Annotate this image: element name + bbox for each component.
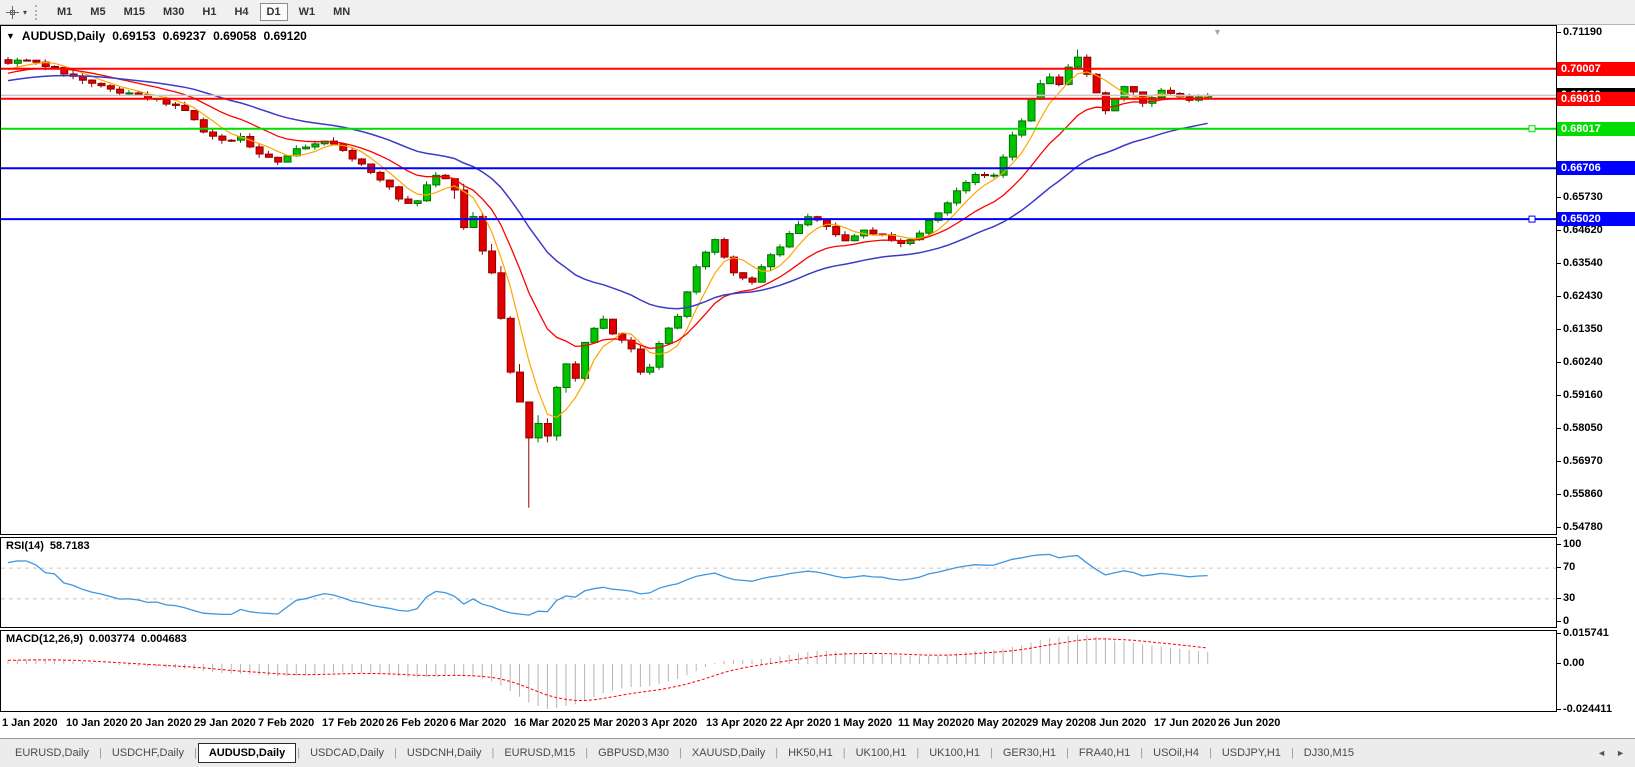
tab-scroll-left-icon[interactable]: ◄ bbox=[1597, 748, 1606, 758]
price-tick-label: 0.63540 bbox=[1556, 256, 1603, 269]
price-tick-label: 0.54780 bbox=[1556, 520, 1603, 533]
macd-axis-label: -0.024411 bbox=[1556, 703, 1612, 715]
open-value: 0.69153 bbox=[112, 29, 156, 43]
tab-dj30-m15[interactable]: DJ30,M15 bbox=[1295, 743, 1363, 763]
date-label: 3 Apr 2020 bbox=[642, 717, 698, 729]
date-label: 13 Apr 2020 bbox=[706, 717, 768, 729]
main-chart-pane[interactable] bbox=[0, 25, 1557, 535]
macd-value-main: 0.003774 bbox=[89, 633, 135, 645]
dropdown-arrow-icon[interactable]: ▾ bbox=[23, 8, 27, 17]
date-label: 26 Feb 2020 bbox=[386, 717, 449, 729]
tab-usoil-h4[interactable]: USOil,H4 bbox=[1144, 743, 1208, 763]
tab-uk100-h1[interactable]: UK100,H1 bbox=[920, 743, 989, 763]
tab-usdjpy-h1[interactable]: USDJPY,H1 bbox=[1213, 743, 1290, 763]
date-label: 25 Mar 2020 bbox=[578, 717, 641, 729]
close-value: 0.69120 bbox=[263, 29, 307, 43]
tab-usdcad-daily[interactable]: USDCAD,Daily bbox=[301, 743, 393, 763]
chart-shift-marker-icon[interactable]: ▼ bbox=[1213, 27, 1222, 37]
tab-gbpusd-m30[interactable]: GBPUSD,M30 bbox=[589, 743, 678, 763]
pane-separator[interactable] bbox=[0, 627, 1557, 630]
price-tick-label: 0.65730 bbox=[1556, 190, 1603, 203]
timeframe-button-w1[interactable]: W1 bbox=[292, 3, 323, 21]
date-label: 22 Apr 2020 bbox=[770, 717, 832, 729]
tab-usdchf-daily[interactable]: USDCHF,Daily bbox=[103, 743, 193, 763]
timeframe-button-m30[interactable]: M30 bbox=[156, 3, 191, 21]
date-label: 20 Jan 2020 bbox=[130, 717, 192, 729]
date-label: 20 May 2020 bbox=[962, 717, 1027, 729]
rsi-value: 58.7183 bbox=[49, 540, 90, 552]
date-label: 16 Mar 2020 bbox=[514, 717, 577, 729]
chart-tabs: EURUSD,Daily | USDCHF,Daily | AUDUSD,Daily | U… bbox=[6, 743, 1363, 763]
date-label: 1 May 2020 bbox=[834, 717, 893, 729]
price-tick-label: 0.62430 bbox=[1556, 290, 1603, 303]
macd-axis-label: 0.00 bbox=[1555, 657, 1585, 669]
rsi-axis-label: 100 bbox=[1555, 538, 1582, 550]
tab-xauusd-daily[interactable]: XAUUSD,Daily bbox=[683, 743, 774, 763]
price-tick-label: 0.71190 bbox=[1555, 26, 1603, 38]
macd-pane[interactable] bbox=[0, 630, 1557, 712]
low-value: 0.69058 bbox=[213, 29, 257, 43]
rsi-axis-label: 70 bbox=[1555, 561, 1576, 574]
date-label: 11 May 2020 bbox=[898, 717, 962, 729]
price-tick-label: 0.55860 bbox=[1556, 488, 1603, 501]
timeframe-button-m1[interactable]: M1 bbox=[50, 3, 79, 21]
toolbar-grip[interactable] bbox=[35, 4, 39, 20]
timeframe-button-d1[interactable]: D1 bbox=[259, 3, 288, 21]
price-tick-label: 0.61350 bbox=[1556, 322, 1603, 335]
pane-separator[interactable] bbox=[0, 534, 1557, 537]
macd-indicator-label: MACD(12,26,9) 0.003774 0.004683 bbox=[6, 633, 187, 645]
date-label: 1 Jan 2020 bbox=[2, 717, 58, 729]
rsi-indicator-label: RSI(14) 58.7183 bbox=[6, 540, 90, 552]
date-label: 8 Jun 2020 bbox=[1090, 717, 1147, 729]
price-tick-label: 0.64620 bbox=[1556, 224, 1603, 237]
price-level-badge: 0.69010 bbox=[1557, 91, 1635, 106]
date-label: 10 Jan 2020 bbox=[66, 717, 128, 729]
crosshair-icon bbox=[6, 5, 19, 19]
price-tick-label: 0.58050 bbox=[1556, 422, 1603, 435]
window-menu-icon[interactable]: ▼ bbox=[6, 31, 15, 41]
tab-uk100-h1[interactable]: UK100,H1 bbox=[847, 743, 916, 763]
chart-title: ▼ AUDUSD,Daily 0.69153 0.69237 0.69058 0… bbox=[6, 29, 307, 43]
timeframe-button-m5[interactable]: M5 bbox=[83, 3, 112, 21]
tab-fra40-h1[interactable]: FRA40,H1 bbox=[1070, 743, 1139, 763]
price-level-badge: 0.68017 bbox=[1557, 121, 1635, 136]
date-label: 17 Jun 2020 bbox=[1154, 717, 1217, 729]
date-label: 29 May 2020 bbox=[1026, 717, 1091, 729]
tab-usdcnh-daily[interactable]: USDCNH,Daily bbox=[398, 743, 491, 763]
price-level-badge: 0.65020 bbox=[1557, 212, 1635, 227]
crosshair-tool-button[interactable]: ▾ bbox=[0, 0, 32, 24]
tab-audusd-daily[interactable]: AUDUSD,Daily bbox=[197, 743, 297, 763]
price-tick-label: 0.60240 bbox=[1556, 356, 1603, 369]
rsi-axis-label: 30 bbox=[1555, 591, 1576, 604]
timeframe-button-group: M1 M5 M15 M30 H1 H4 D1 W1 MN bbox=[48, 3, 359, 21]
tab-eurusd-m15[interactable]: EURUSD,M15 bbox=[495, 743, 584, 763]
rsi-name: RSI(14) bbox=[6, 540, 44, 552]
price-tick-label: 0.59160 bbox=[1556, 388, 1603, 401]
tab-ger30-h1[interactable]: GER30,H1 bbox=[994, 743, 1065, 763]
macd-axis-label: 0.015741 bbox=[1556, 627, 1609, 639]
tab-scroll-right-icon[interactable]: ► bbox=[1616, 748, 1625, 758]
symbol-period-label: AUDUSD,Daily bbox=[21, 29, 106, 43]
timeframe-button-h4[interactable]: H4 bbox=[227, 3, 255, 21]
timeframe-button-h1[interactable]: H1 bbox=[195, 3, 223, 21]
tab-scroll-controls: ◄ ► bbox=[1597, 748, 1629, 758]
date-label: 17 Feb 2020 bbox=[322, 717, 385, 729]
tab-hk50-h1[interactable]: HK50,H1 bbox=[779, 743, 842, 763]
chart-tab-bar: EURUSD,Daily | USDCHF,Daily | AUDUSD,Daily | U… bbox=[0, 738, 1635, 767]
date-label: 26 Jun 2020 bbox=[1218, 717, 1281, 729]
date-label: 29 Jan 2020 bbox=[194, 717, 256, 729]
timeframe-button-mn[interactable]: MN bbox=[326, 3, 357, 21]
date-label: 7 Feb 2020 bbox=[258, 717, 315, 729]
timeframe-button-m15[interactable]: M15 bbox=[117, 3, 152, 21]
rsi-pane[interactable] bbox=[0, 537, 1557, 628]
macd-name: MACD(12,26,9) bbox=[6, 633, 84, 645]
date-label: 6 Mar 2020 bbox=[450, 717, 507, 729]
toolbar: ▾ M1 M5 M15 M30 H1 H4 D1 W1 MN bbox=[0, 0, 1635, 25]
tab-eurusd-daily[interactable]: EURUSD,Daily bbox=[6, 743, 98, 763]
price-level-badge: 0.66706 bbox=[1557, 161, 1635, 176]
high-value: 0.69237 bbox=[162, 29, 207, 43]
price-level-badge: 0.70007 bbox=[1557, 61, 1635, 76]
price-tick-label: 0.56970 bbox=[1556, 454, 1603, 467]
macd-value-signal: 0.004683 bbox=[140, 633, 187, 645]
